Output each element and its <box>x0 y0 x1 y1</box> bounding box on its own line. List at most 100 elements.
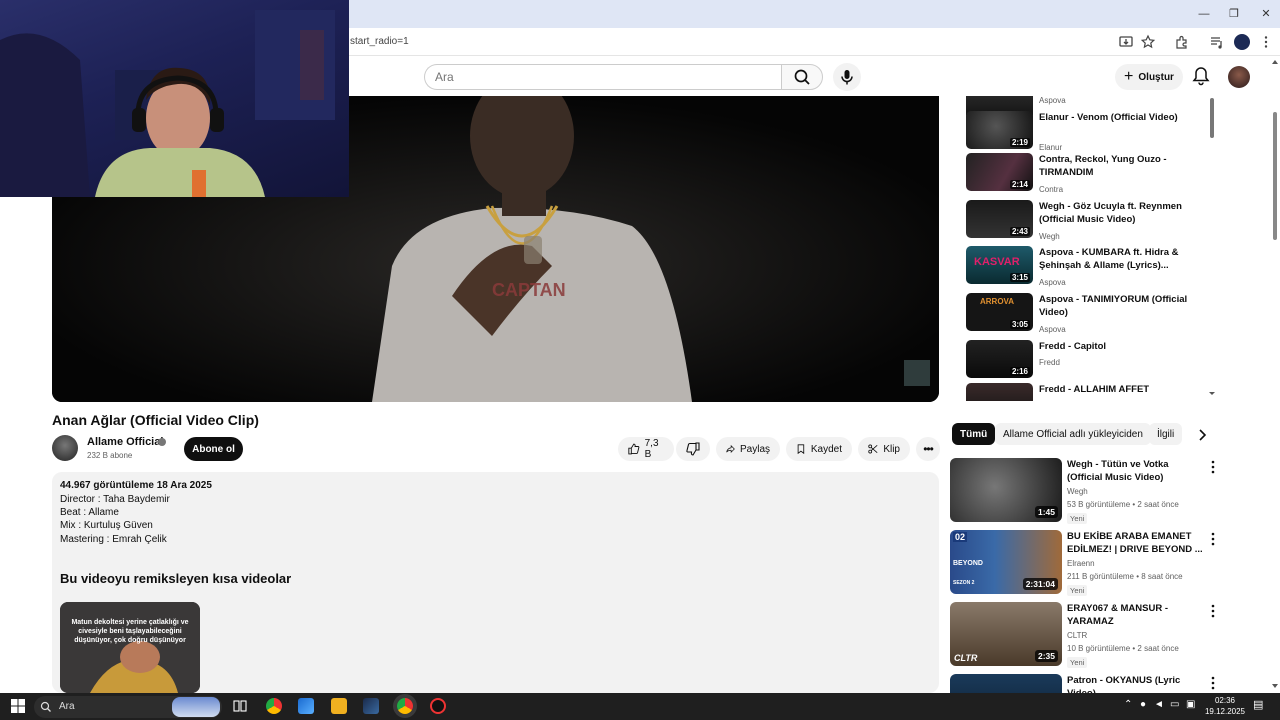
duration-label: 2:19 <box>1009 138 1030 147</box>
url-text[interactable]: start_radio=1 <box>350 36 409 47</box>
extensions-icon[interactable] <box>1174 34 1190 50</box>
search-icon <box>40 701 51 712</box>
video-title: Anan Ağlar (Official Video Clip) <box>52 412 259 428</box>
more-vertical-icon[interactable] <box>1210 676 1216 690</box>
microphone-icon <box>841 70 853 85</box>
subscribe-button[interactable]: Abone ol <box>184 437 243 461</box>
taskbar-clock[interactable]: 02:36 19.12.2025 <box>1200 695 1250 717</box>
recommendation-title: Patron - OKYANUS (Lyric Video) <box>1067 675 1181 693</box>
clip-button[interactable]: Klip <box>858 437 910 461</box>
duration-label: 2:43 <box>1009 227 1030 236</box>
share-button[interactable]: Paylaş <box>716 437 780 461</box>
recommendation-title: ERAY067 & MANSUR - YARAMAZ <box>1067 603 1169 627</box>
display-icon[interactable]: ▣ <box>1186 699 1195 710</box>
description-line: Mastering : Emrah Çelik <box>60 534 167 545</box>
playlist-channel: Aspova <box>1039 278 1066 287</box>
steam-icon[interactable] <box>363 698 379 714</box>
save-button[interactable]: Kaydet <box>786 437 852 461</box>
account-avatar[interactable] <box>1228 66 1250 88</box>
bookmark-icon <box>797 444 805 455</box>
more-vertical-icon[interactable] <box>1210 604 1216 618</box>
more-vertical-icon[interactable] <box>1210 460 1216 474</box>
media-controls-icon[interactable] <box>1209 34 1225 50</box>
create-button[interactable]: + Oluştur <box>1115 64 1183 90</box>
volume-icon[interactable]: ◄ <box>1154 699 1164 710</box>
thumbnail-text: KASVAR <box>974 256 1020 268</box>
dislike-button[interactable] <box>676 437 710 461</box>
browser-menu-icon[interactable] <box>1258 34 1274 50</box>
short-thumbnail[interactable]: Matun dekoltesi yerine çatlaklığı ve civ… <box>60 602 200 693</box>
network-icon[interactable]: ▭ <box>1170 699 1179 710</box>
playlist-thumbnail: KASVAR 3:15 <box>966 246 1033 284</box>
chip-related[interactable]: İlgili <box>1149 423 1183 445</box>
recommendation-item[interactable]: CLTR 2:35 ERAY067 & MANSUR - YARAMAZ CLT… <box>950 602 1230 668</box>
playlist-item[interactable]: KASVAR 3:15 Aspova - KUMBARA ft. Hidra &… <box>966 246 1216 287</box>
like-button[interactable]: 7,3 B <box>618 437 674 461</box>
duration-label: 3:05 <box>1009 320 1030 329</box>
duration-label: 1:45 <box>1034 506 1058 518</box>
like-count: 7,3 B <box>644 438 659 460</box>
recommendation-item[interactable]: 1:45 Wegh - Tütün ve Votka (Official Mus… <box>950 458 1230 524</box>
minimize-icon[interactable]: — <box>1196 6 1212 22</box>
view-stats: 44.967 görüntüleme 18 Ara 2025 <box>60 480 212 491</box>
notifications-bell-icon[interactable] <box>1192 66 1210 86</box>
channel-name[interactable]: Allame Official <box>87 436 163 448</box>
playlist-channel: Fredd <box>1039 358 1060 367</box>
microphone-icon[interactable]: ● <box>1140 699 1146 710</box>
more-actions-button[interactable]: ••• <box>916 437 940 461</box>
windows-start-icon[interactable] <box>10 698 26 714</box>
scissors-icon <box>868 444 878 454</box>
chevron-right-icon[interactable] <box>1195 428 1209 442</box>
plus-icon: + <box>1124 68 1134 85</box>
playlist-thumbnail: ARROVA 3:05 <box>966 293 1033 331</box>
search-button[interactable] <box>781 64 823 90</box>
search-box[interactable] <box>424 64 782 90</box>
install-app-icon[interactable] <box>1118 34 1134 50</box>
voice-search-button[interactable] <box>833 63 861 91</box>
profile-avatar[interactable] <box>1234 34 1250 50</box>
playlist-item[interactable]: 2:19 Elanur - Venom (Official Video) Ela… <box>966 111 1216 152</box>
restore-icon[interactable]: ❐ <box>1226 6 1242 22</box>
webcam-feed <box>0 10 335 197</box>
playlist-thumbnail: 2:43 <box>966 200 1033 238</box>
channel-avatar[interactable] <box>52 435 78 461</box>
notification-center-icon[interactable]: ▤ <box>1253 698 1263 711</box>
playlist-item[interactable]: 2:43 Wegh - Göz Ucuyla ft. Reynmen (Offi… <box>966 200 1216 241</box>
recommendation-channel: CLTR <box>1067 631 1088 640</box>
playlist-item[interactable]: ARROVA 3:05 Aspova - TANIMIYORUM (Offici… <box>966 293 1216 334</box>
thumbnail-text: SEZON 2 <box>953 580 975 586</box>
chevron-up-icon[interactable]: ⌃ <box>1124 699 1132 710</box>
playlist-thumbnail: 2:19 <box>966 111 1033 149</box>
recommendation-thumbnail: CLTR 2:35 <box>950 602 1062 666</box>
thumbnail-text: 02 <box>953 532 968 542</box>
playlist-scrollbar[interactable] <box>1209 96 1215 401</box>
playlist-item[interactable]: 2:16 Fredd - Capitol Fredd <box>966 340 1216 380</box>
page-scrollbar[interactable] <box>1270 56 1280 693</box>
recommendation-item[interactable]: 02 BEYOND SEZON 2 2:31:04 BU EKİBE ARABA… <box>950 530 1230 596</box>
playlist-title: Contra, Reckol, Yung Ouzo - TIRMANDIM <box>1039 154 1167 178</box>
close-icon[interactable]: ✕ <box>1258 6 1274 22</box>
obs-icon[interactable] <box>430 698 446 714</box>
playlist-panel: Aspova 2:19 Elanur - Venom (Official Vid… <box>950 96 1218 401</box>
search-input[interactable] <box>425 65 782 89</box>
chrome-icon[interactable] <box>266 698 282 714</box>
taskbar-search[interactable]: Ara <box>34 696 222 718</box>
bookmark-star-icon[interactable] <box>1140 34 1156 50</box>
more-vertical-icon[interactable] <box>1210 532 1216 546</box>
playlist-item[interactable]: Fredd - ALLAHIM AFFET <box>966 383 1216 401</box>
new-badge: Yeni <box>1067 657 1088 668</box>
recommendation-thumbnail: 1:45 <box>950 458 1062 522</box>
recommendation-title: Wegh - Tütün ve Votka (Official Music Vi… <box>1067 459 1169 483</box>
app-icon[interactable] <box>298 698 314 714</box>
recommendation-item[interactable]: Patron - OKYANUS (Lyric Video) <box>950 674 1230 693</box>
file-explorer-icon[interactable] <box>331 698 347 714</box>
playlist-item[interactable]: 2:14 Contra, Reckol, Yung Ouzo - TIRMAND… <box>966 153 1216 194</box>
chip-all[interactable]: Tümü <box>952 423 996 445</box>
chrome-active-icon[interactable] <box>397 698 413 714</box>
webcam-overlay <box>0 0 349 197</box>
chip-from-uploader[interactable]: Allame Official adlı yükleyiciden <box>995 423 1151 445</box>
description-line: Mix : Kurtuluş Güven <box>60 520 153 531</box>
task-view-icon[interactable] <box>232 698 248 714</box>
playlist-channel: Aspova <box>1039 96 1066 105</box>
search-icon <box>794 69 810 85</box>
